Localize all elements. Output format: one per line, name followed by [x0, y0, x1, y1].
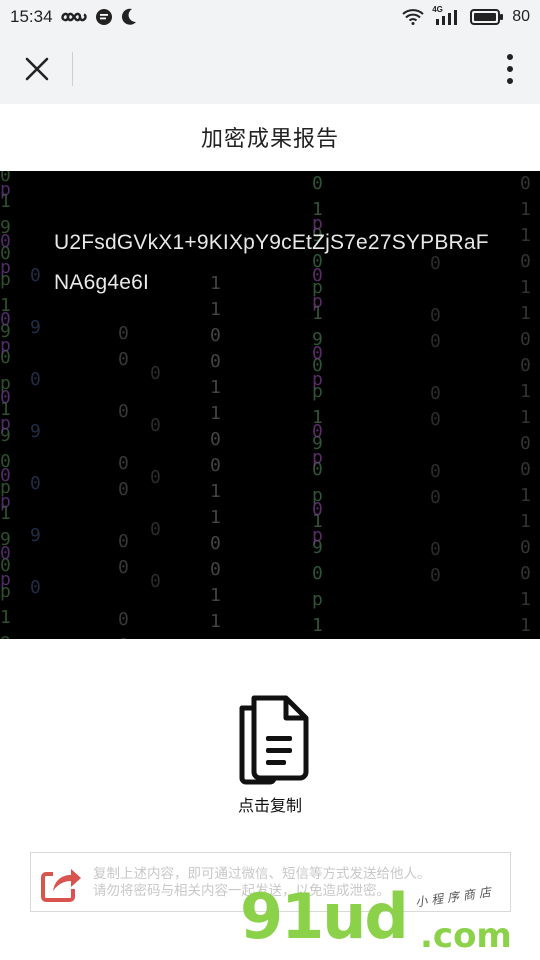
copy-document-icon	[239, 695, 309, 785]
network-label: 4G	[432, 5, 443, 14]
status-right: 4G 80	[402, 5, 530, 26]
notice-text: 复制上述内容，即可通过微信、短信等方式发送给他人。 请勿将密码与相关内容一起发送…	[89, 865, 431, 899]
notice-icon-wrap	[31, 853, 89, 911]
nav-divider	[72, 52, 73, 86]
cipher-text[interactable]: U2FsdGVkX1+9KIXpY9cEtZjS7e27SYPBRaFNA6g4…	[54, 223, 494, 303]
notice-line-1: 复制上述内容，即可通过微信、短信等方式发送给他人。	[93, 866, 431, 881]
battery-icon	[470, 9, 504, 25]
page-title: 加密成果报告	[200, 126, 339, 151]
app-screen: 15:34 4G 80 加密成果报告 0 1 9 0 p 1 9 0 p 1 9…	[0, 0, 540, 960]
status-bar: 15:34 4G 80	[0, 0, 540, 34]
matrix-column: 0 0 0 0 0	[150, 363, 161, 592]
status-left: 15:34	[10, 7, 137, 27]
nav-left	[22, 52, 73, 86]
status-time: 15:34	[10, 7, 53, 26]
signal-icon: 4G	[432, 5, 462, 26]
matrix-column: 0 1 1 0 1 1 0 0 1 1 0 0 1 1 0 0 1 1	[520, 173, 531, 636]
matrix-column: 0 9 0 9 0 9 0	[30, 265, 41, 598]
chat-icon	[95, 8, 113, 26]
matrix-column: 0 0 0 0 0 0 0 0 0	[118, 323, 129, 639]
matrix-column: 1 1 0 0 1 1 0 0 1 1 0 0 1 1 0	[210, 273, 221, 639]
nav-bar	[0, 34, 540, 104]
notice-line-2: 请勿将密码与相关内容一起发送，以免造成泄密。	[93, 883, 390, 898]
battery-level: 80	[512, 8, 530, 25]
more-vertical-icon	[507, 54, 513, 84]
close-icon	[25, 57, 49, 81]
wifi-icon	[402, 9, 424, 25]
moon-icon	[121, 8, 137, 26]
copy-label: 点击复制	[237, 798, 302, 815]
copy-button[interactable]: 点击复制	[222, 694, 318, 816]
share-icon	[41, 869, 81, 902]
more-button[interactable]	[498, 49, 522, 89]
infinity-icon	[60, 10, 87, 24]
close-button[interactable]	[22, 54, 52, 84]
watermark-domain: .com	[420, 916, 512, 956]
result-panel: 0 1 9 0 p 1 9 0 p 1 9 0 p 1 9 0 p 1 9 p …	[0, 171, 540, 639]
notice-box: 复制上述内容，即可通过微信、短信等方式发送给他人。 请勿将密码与相关内容一起发送…	[30, 852, 511, 912]
matrix-column: p 0 p 0 p 0 p 0 p 0 p	[0, 179, 11, 590]
